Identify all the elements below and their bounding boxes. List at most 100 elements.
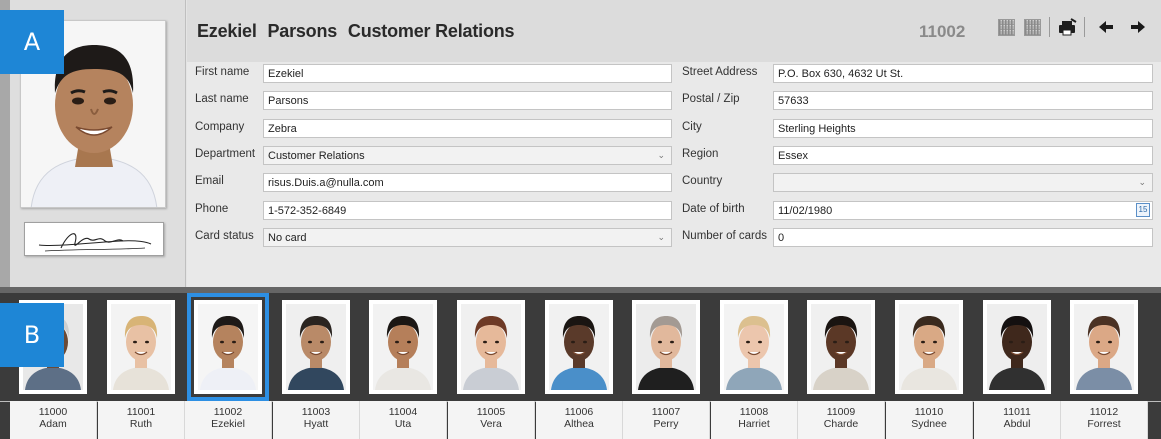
employee-card[interactable]: 11010 Sydnee [886,293,973,439]
employee-id: 11002 [213,406,243,418]
employee-thumbnail [282,300,350,394]
region-label: Region [682,148,719,160]
employee-thumbnail [895,300,963,394]
employee-name: Sydnee [911,418,947,430]
employee-name: Abdul [1003,418,1031,430]
first-name-label: First name [195,66,250,78]
employee-name: Ruth [129,418,153,430]
printer-icon [1059,18,1077,36]
employee-card[interactable]: 11005 Vera [448,293,535,439]
employee-card[interactable]: 11006 Althea [536,293,623,439]
chevron-down-icon[interactable]: ⌄ [1138,177,1146,188]
employee-id: 11003 [301,406,331,418]
employee-card[interactable]: 11003 Hyatt [273,293,360,439]
employee-id: 11008 [739,406,769,418]
employee-id: 11012 [1089,406,1119,418]
chevron-down-icon[interactable]: ⌄ [657,232,665,243]
employee-caption: 11007 Perry [623,401,710,439]
employee-card[interactable]: 11012 Forrest [1061,293,1148,439]
postal-zip-value: 57633 [778,95,809,107]
employee-name: Adam [39,418,67,430]
avatar [724,304,784,390]
signature-box[interactable] [24,222,164,256]
qr-code-button[interactable] [995,16,1017,38]
section-badge-b: B [0,303,64,367]
print-button[interactable] [1056,16,1078,38]
employee-caption: 11010 Sydnee [886,401,973,439]
employee-thumbnail [720,300,788,394]
avatar [198,304,258,390]
arrow-right-icon [1131,21,1145,33]
avatar [1074,304,1134,390]
avatar [636,304,696,390]
company-value: Zebra [268,123,297,135]
card-status-select[interactable]: No card ⌄ [263,228,672,247]
employee-name: Perry [653,418,679,430]
number-of-cards-field[interactable]: 0 [773,228,1153,247]
date-of-birth-field[interactable]: 11/02/1980 15 [773,201,1153,220]
calendar-icon[interactable]: 15 [1136,203,1150,217]
employee-thumbnail [545,300,613,394]
employee-name: Hyatt [303,418,329,430]
employee-thumbnail [983,300,1051,394]
employee-name: Charde [823,418,859,430]
last-name-value: Parsons [268,95,309,107]
app-window: A Ezekiel Parsons Customer Relations 110… [0,0,1161,439]
title-department: Customer Relations [347,21,515,41]
employee-form: First name Ezekiel Last name Parsons Company… [187,62,1161,287]
employee-name: Ezekiel [211,418,245,430]
employee-caption: 11008 Harriet [711,401,798,439]
avatar [286,304,346,390]
region-field[interactable]: Essex [773,146,1153,165]
postal-zip-field[interactable]: 57633 [773,91,1153,110]
title-last-name: Parsons [267,21,338,41]
employee-id: 11011 [1003,406,1031,418]
employee-caption: 11002 Ezekiel [185,401,272,439]
next-record-button[interactable] [1127,16,1149,38]
page-title: Ezekiel Parsons Customer Relations [197,21,520,42]
record-id: 11002 [919,22,966,41]
department-value: Customer Relations [268,150,365,162]
avatar [899,304,959,390]
employee-name: Uta [394,418,412,430]
phone-field[interactable]: 1-572-352-6849 [263,201,672,220]
employee-card[interactable]: 11007 Perry [623,293,710,439]
qr-code-alt-button[interactable] [1021,16,1043,38]
qr-code-icon [1023,18,1041,36]
employee-thumbnail [457,300,525,394]
street-address-field[interactable]: P.O. Box 630, 4632 Ut St. [773,64,1153,83]
phone-value: 1-572-352-6849 [268,205,347,217]
country-label: Country [682,175,723,187]
employee-caption: 11004 Uta [360,401,447,439]
employee-card[interactable]: 11009 Charde [798,293,885,439]
employee-name: Vera [480,418,502,430]
last-name-field[interactable]: Parsons [263,91,672,110]
previous-record-button[interactable] [1095,16,1117,38]
last-name-label: Last name [195,93,249,105]
street-address-label: Street Address [682,66,758,78]
city-field[interactable]: Sterling Heights [773,119,1153,138]
card-status-label: Card status [195,230,254,242]
employee-card[interactable]: 11004 Uta [360,293,447,439]
employee-caption: 11006 Althea [536,401,623,439]
arrow-left-icon [1099,21,1113,33]
employee-card[interactable]: 11002 Ezekiel [185,293,272,439]
first-name-field[interactable]: Ezekiel [263,64,672,83]
company-field[interactable]: Zebra [263,119,672,138]
employee-thumbnail [807,300,875,394]
email-field[interactable]: risus.Duis.a@nulla.com [263,173,672,192]
employee-card[interactable]: 11001 Ruth [98,293,185,439]
employee-card[interactable]: 11008 Harriet [711,293,798,439]
avatar [987,304,1047,390]
employee-caption: 11012 Forrest [1061,401,1148,439]
department-select[interactable]: Customer Relations ⌄ [263,146,672,165]
employee-caption: 11011 Abdul [974,401,1061,439]
employee-name: Forrest [1087,418,1121,430]
chevron-down-icon[interactable]: ⌄ [657,150,665,161]
employee-id: 11001 [126,406,156,418]
qr-code-icon [997,18,1015,36]
country-select[interactable]: ⌄ [773,173,1153,192]
employee-card[interactable]: 11011 Abdul [974,293,1061,439]
city-label: City [682,121,702,133]
employee-caption: 11001 Ruth [98,401,185,439]
